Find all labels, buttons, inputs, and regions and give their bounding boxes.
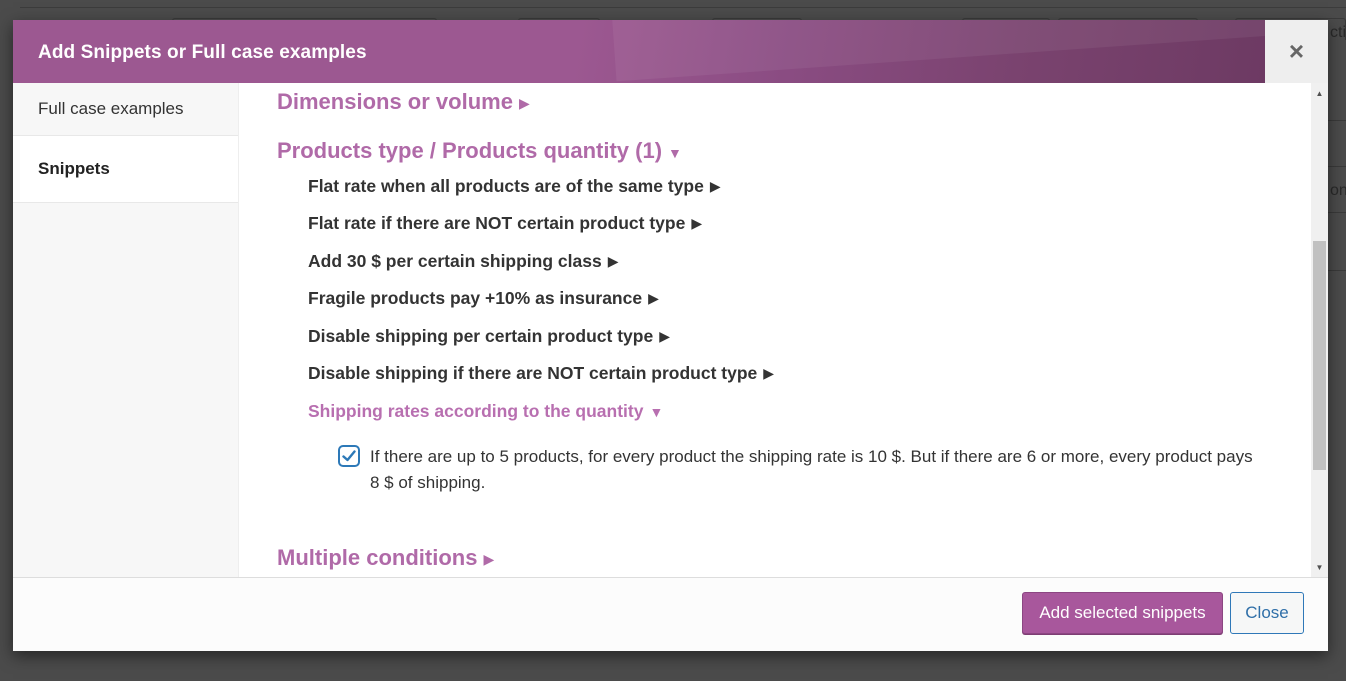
- category-dimensions-or-volume[interactable]: Dimensions or volume ▶: [277, 89, 530, 115]
- snippet-group-disable-per-type[interactable]: Disable shipping per certain product typ…: [308, 326, 670, 347]
- close-button[interactable]: Close: [1230, 592, 1304, 634]
- snippet-group-label: Add 30 $ per certain shipping class: [308, 251, 602, 271]
- tab-full-case-examples[interactable]: Full case examples: [13, 83, 238, 136]
- snippet-group-label: Shipping rates according to the quantity: [308, 401, 644, 421]
- background-text: ons: [1330, 182, 1346, 199]
- snippet-group-label: Flat rate when all products are of the s…: [308, 176, 704, 196]
- background-divider: [1328, 270, 1346, 271]
- snippet-item: If there are up to 5 products, for every…: [338, 444, 1258, 496]
- triangle-right-icon: ▶: [607, 253, 619, 269]
- triangle-right-icon: ▶: [518, 95, 530, 111]
- tab-label: Snippets: [38, 159, 110, 178]
- tab-label: Full case examples: [38, 99, 184, 118]
- triangle-right-icon: ▶: [659, 328, 670, 344]
- triangle-right-icon: ▶: [648, 290, 659, 306]
- snippet-description: If there are up to 5 products, for every…: [370, 447, 1253, 492]
- background-divider: [1328, 166, 1346, 167]
- snippet-group-disable-not-certain-type[interactable]: Disable shipping if there are NOT certai…: [308, 363, 774, 384]
- scroll-up-button[interactable]: ▲: [1311, 85, 1328, 101]
- close-modal-button[interactable]: ×: [1265, 20, 1328, 83]
- category-label: Products type / Products quantity (1): [277, 138, 663, 163]
- content-scrollbar[interactable]: ▲ ▼: [1311, 83, 1328, 577]
- category-label: Dimensions or volume: [277, 89, 513, 114]
- background-divider: [1328, 120, 1346, 121]
- category-label: Multiple conditions: [277, 545, 478, 570]
- triangle-right-icon: ▶: [691, 215, 703, 231]
- snippet-group-label: Disable shipping if there are NOT certai…: [308, 363, 758, 383]
- category-multiple-conditions[interactable]: Multiple conditions ▶: [277, 545, 494, 571]
- snippet-group-flat-rate-not-certain-type[interactable]: Flat rate if there are NOT certain produ…: [308, 213, 702, 234]
- add-selected-snippets-button[interactable]: Add selected snippets: [1022, 592, 1223, 634]
- background-divider: [20, 7, 1346, 8]
- snippet-group-label: Disable shipping per certain product typ…: [308, 326, 654, 346]
- background-text: ctio: [1330, 24, 1346, 41]
- modal-header: Add Snippets or Full case examples: [13, 20, 1265, 83]
- modal-footer: Add selected snippets Close: [13, 577, 1328, 651]
- caret-down-icon: ▼: [1315, 562, 1324, 572]
- category-products-type-quantity[interactable]: Products type / Products quantity (1) ▼: [277, 138, 682, 164]
- background-divider: [1328, 212, 1346, 213]
- modal-sidebar: Full case examples Snippets: [13, 83, 239, 577]
- scroll-down-button[interactable]: ▼: [1311, 559, 1328, 575]
- caret-up-icon: ▲: [1315, 88, 1324, 98]
- snippet-checkbox[interactable]: [338, 445, 360, 467]
- checkmark-icon: [342, 450, 356, 462]
- snippets-content: Dimensions or volume ▶ Products type / Pr…: [239, 83, 1311, 577]
- triangle-right-icon: ▶: [763, 365, 775, 381]
- snippet-group-add-30-shipping-class[interactable]: Add 30 $ per certain shipping class ▶: [308, 251, 619, 272]
- modal-title: Add Snippets or Full case examples: [38, 42, 367, 63]
- tab-snippets[interactable]: Snippets: [13, 136, 238, 203]
- close-icon: ×: [1288, 36, 1305, 66]
- snippet-group-label: Flat rate if there are NOT certain produ…: [308, 213, 686, 233]
- snippet-group-label: Fragile products pay +10% as insurance: [308, 288, 643, 308]
- snippets-modal: Add Snippets or Full case examples × Ful…: [13, 20, 1328, 651]
- triangle-right-icon: ▶: [483, 551, 495, 567]
- snippet-group-rates-by-quantity[interactable]: Shipping rates according to the quantity…: [308, 401, 663, 422]
- triangle-down-icon: ▼: [668, 145, 682, 161]
- snippet-group-fragile-insurance[interactable]: Fragile products pay +10% as insurance ▶: [308, 288, 659, 309]
- triangle-down-icon: ▼: [649, 404, 664, 420]
- triangle-right-icon: ▶: [709, 178, 721, 194]
- scroll-thumb[interactable]: [1313, 241, 1326, 470]
- snippet-group-flat-rate-same-type[interactable]: Flat rate when all products are of the s…: [308, 176, 721, 197]
